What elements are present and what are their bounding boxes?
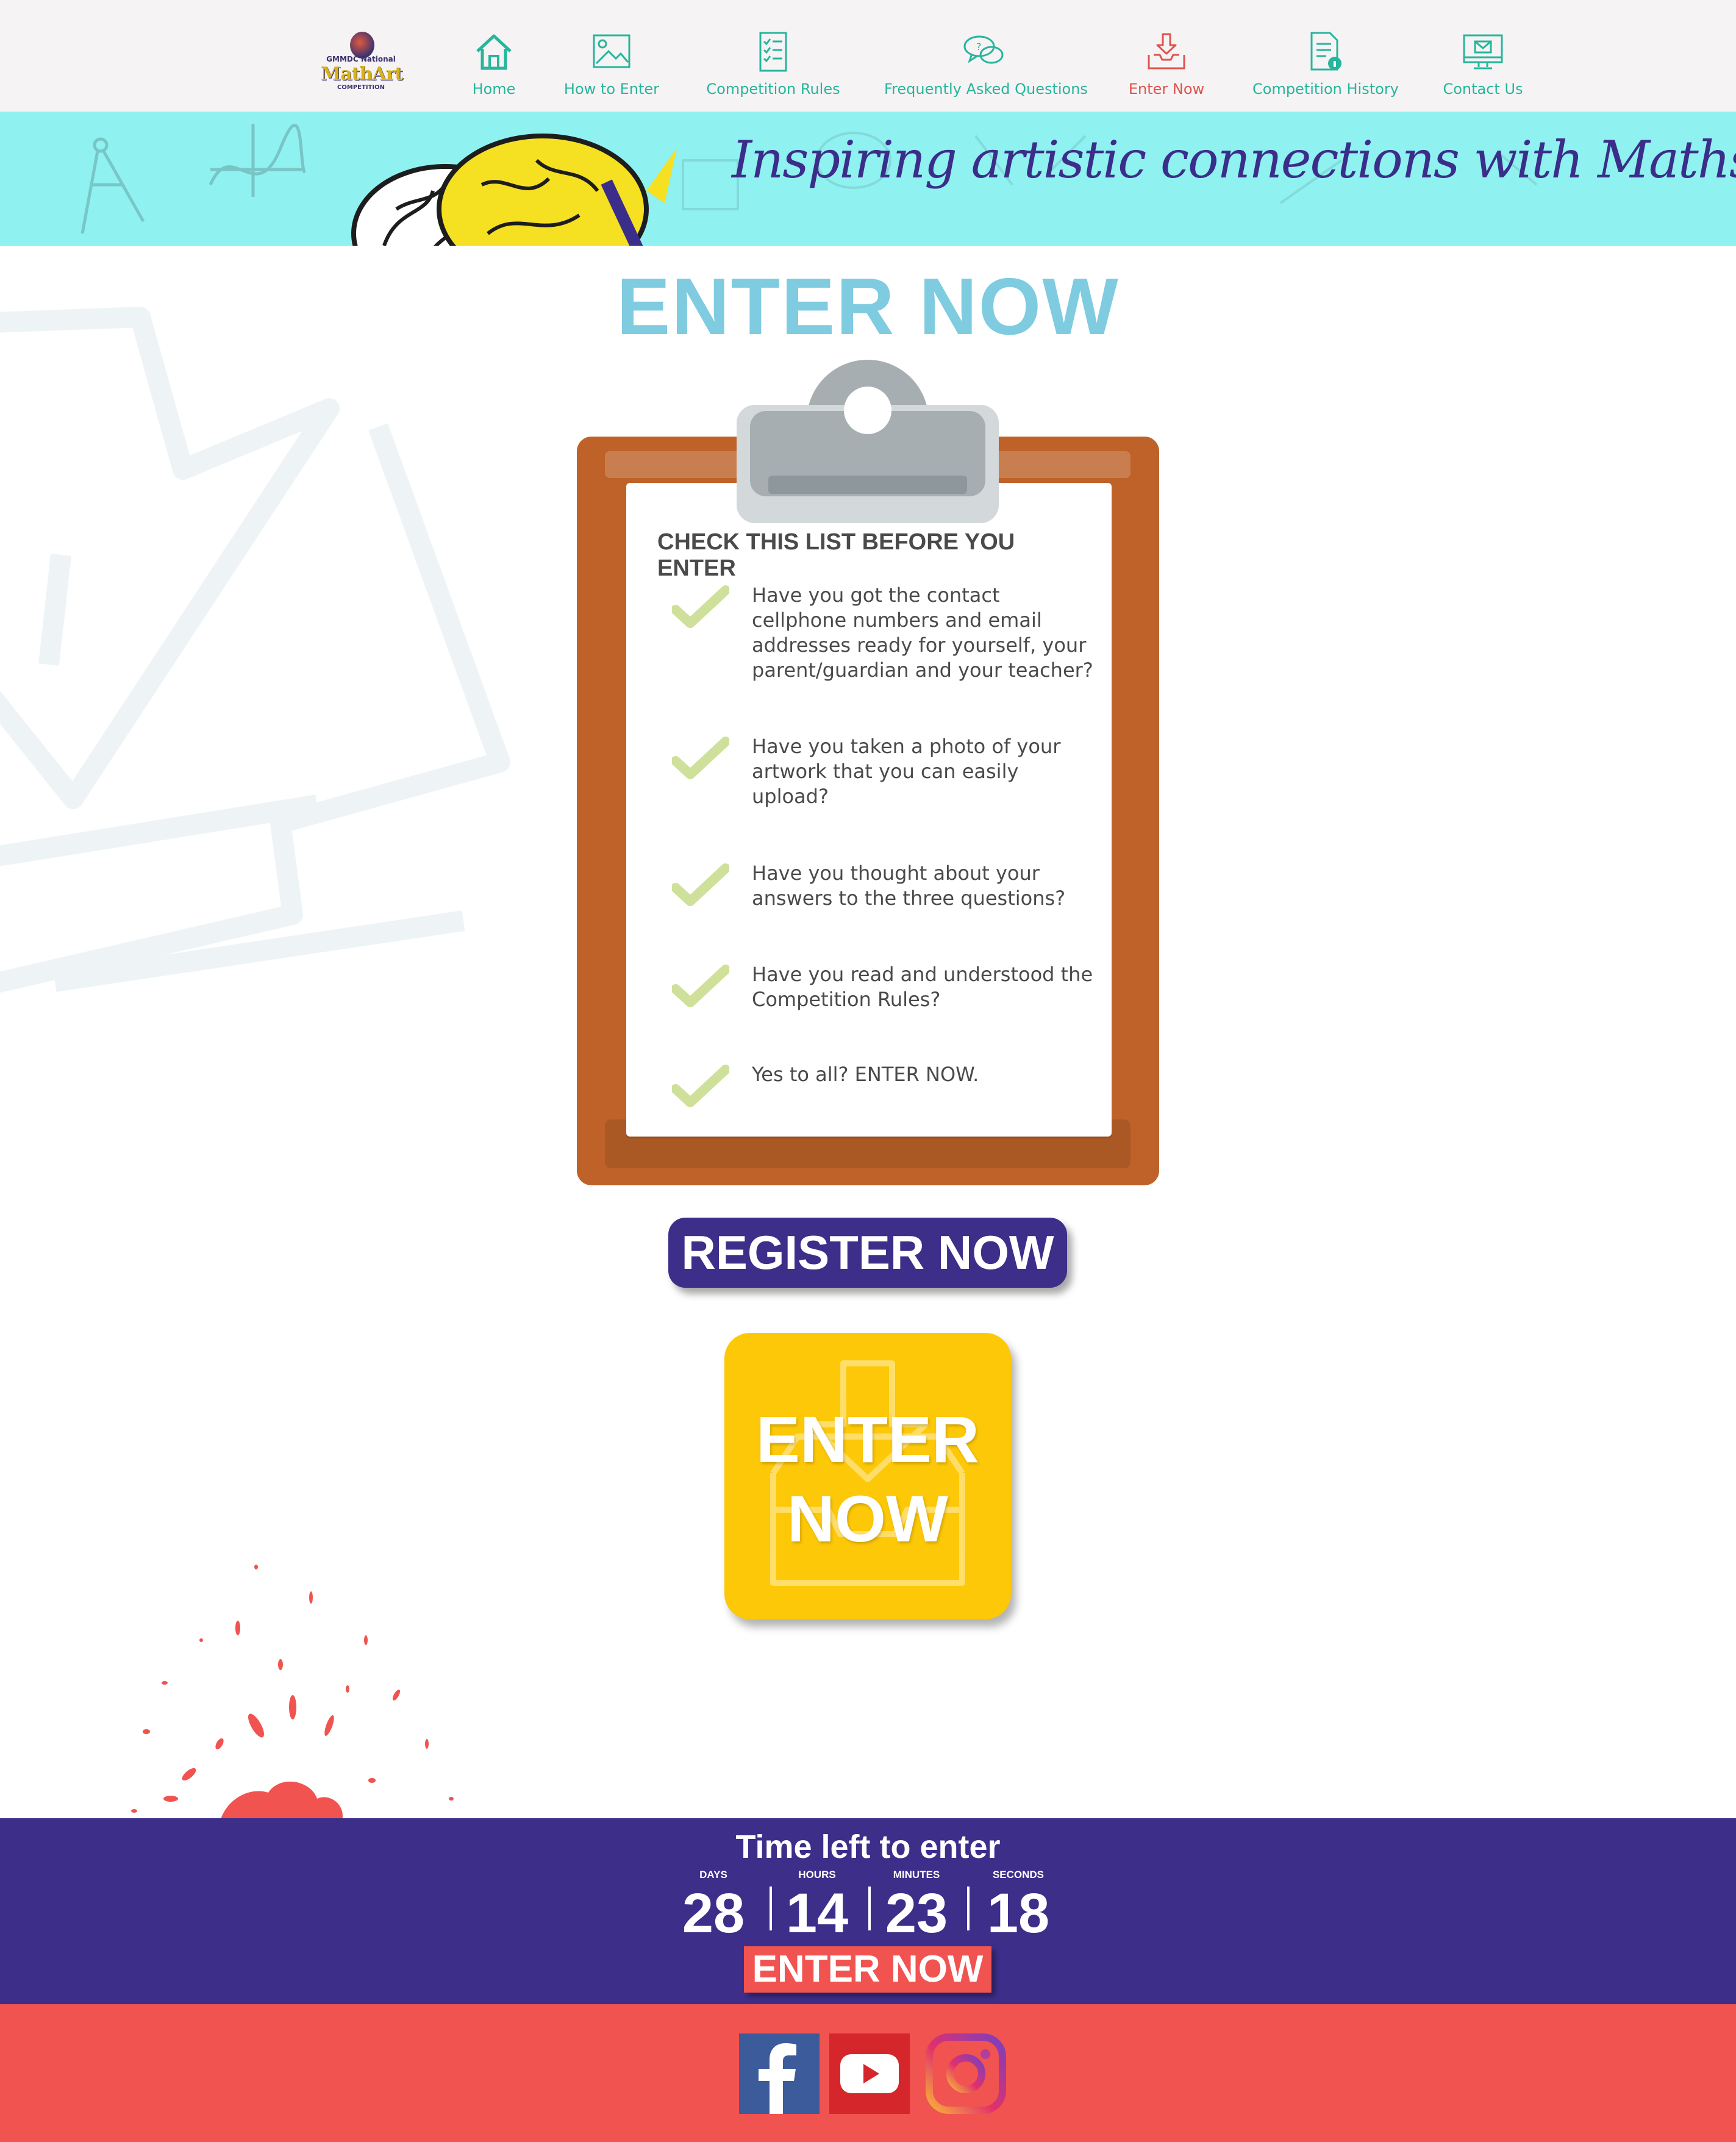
nav-label-how-to-enter: How to Enter (563, 80, 660, 98)
speech-bubbles-icon: ? (963, 35, 1004, 64)
nav-item-how-to-enter[interactable]: How to Enter (560, 30, 663, 104)
enter-tile-line-2: NOW (787, 1482, 948, 1555)
facebook-link[interactable] (739, 2033, 820, 2114)
checklist-item: Have you read and understood the Competi… (672, 962, 1099, 1023)
nav-item-home[interactable]: Home (463, 30, 524, 104)
top-navigation: GMMDC National MathArt COMPETITION Home … (0, 0, 1736, 112)
footer (0, 2004, 1736, 2142)
banner-tagline: Inspiring artistic connections with Math… (732, 130, 1736, 190)
nav-item-competition-history[interactable]: Competition History (1252, 30, 1399, 104)
countdown-unit-label: DAYS (699, 1869, 727, 1880)
page-title: ENTER NOW (616, 262, 1120, 351)
countdown-section: Time left to enter DAYS 28 HOURS 14 MINU… (0, 1818, 1736, 2004)
youtube-link[interactable] (829, 2033, 910, 2114)
checklist-item: Have you got the contact cellphone numbe… (672, 583, 1099, 693)
nav-label-competition-history: Competition History (1252, 80, 1399, 98)
enter-tile-line-1: ENTER (755, 1402, 980, 1476)
graph-doodle-icon (209, 124, 307, 197)
picture-icon (593, 34, 630, 68)
countdown-value: 18 (987, 1882, 1050, 1944)
countdown-title: Time left to enter (735, 1829, 1001, 1865)
brain-illustration (351, 134, 677, 246)
countdown-minutes: MINUTES 23 (868, 1866, 965, 1943)
countdown-unit-label: MINUTES (893, 1869, 940, 1880)
countdown-value: 23 (885, 1882, 948, 1944)
document-info-icon (1310, 32, 1341, 71)
home-icon (476, 34, 512, 70)
nav-label-enter-now: Enter Now (1128, 80, 1205, 98)
nav-item-enter-now[interactable]: Enter Now (1126, 30, 1207, 104)
instagram-link[interactable] (926, 2033, 1006, 2114)
checklist-item: Have you taken a photo of your artwork t… (672, 734, 1099, 819)
register-now-button[interactable]: REGISTER NOW (668, 1218, 1067, 1288)
checklist-item-text: Yes to all? ENTER NOW. (752, 1063, 979, 1086)
youtube-icon (829, 2033, 910, 2114)
facebook-icon (739, 2033, 820, 2114)
enter-now-tile-label: ENTER NOW (724, 1400, 1011, 1558)
countdown-enter-now-button[interactable]: ENTER NOW (744, 1946, 991, 1993)
checkmark-icon (672, 1065, 729, 1107)
download-tray-icon (1148, 33, 1185, 70)
checkmark-icon (672, 863, 729, 906)
paint-splatter-icon (131, 1565, 454, 1823)
logo-line-3: COMPETITION (337, 84, 385, 91)
checklist-icon (759, 32, 787, 72)
monitor-mail-icon (1463, 34, 1503, 70)
checkmark-icon (672, 585, 729, 628)
nav-label-faq: Frequently Asked Questions (884, 80, 1088, 98)
clipboard-clip-icon (737, 360, 999, 523)
nav-item-competition-rules[interactable]: Competition Rules (706, 30, 840, 104)
compass-doodle-icon (80, 137, 145, 234)
countdown-value: 28 (682, 1882, 745, 1944)
nav-item-contact-us[interactable]: Contact Us (1441, 30, 1524, 104)
checklist-item-text: Have you thought about your answers to t… (752, 862, 1066, 910)
checklist-heading: CHECK THIS LIST BEFORE YOU ENTER (657, 529, 1015, 581)
countdown-days: DAYS 28 (665, 1866, 762, 1943)
countdown-unit-label: SECONDS (992, 1869, 1045, 1880)
nav-label-contact-us: Contact Us (1443, 80, 1523, 98)
nav-item-faq[interactable]: ? Frequently Asked Questions (884, 30, 1088, 104)
logo-line-2: MathArt (321, 63, 403, 85)
checklist-item: Have you thought about your answers to t… (672, 861, 1099, 922)
checkmark-icon (672, 965, 729, 1007)
mathart-logo[interactable]: GMMDC National MathArt COMPETITION (321, 27, 403, 94)
nav-label-home: Home (472, 80, 516, 98)
countdown-hours: HOURS 14 (768, 1866, 866, 1943)
svg-text:?: ? (976, 41, 982, 52)
checklist-item: Yes to all? ENTER NOW. (672, 1062, 1099, 1111)
checklist-item-text: Have you read and understood the Competi… (752, 963, 1093, 1011)
enter-now-tile[interactable]: ENTER NOW (724, 1333, 1011, 1619)
checkmark-icon (672, 737, 729, 779)
countdown-unit-label: HOURS (798, 1869, 836, 1880)
download-watermark-icon (0, 307, 510, 993)
instagram-icon (926, 2033, 1006, 2114)
nav-label-competition-rules: Competition Rules (706, 80, 840, 98)
logo-line-1: GMMDC National (326, 55, 396, 63)
checklist-item-text: Have you got the contact cellphone numbe… (752, 584, 1093, 682)
countdown-seconds: SECONDS 18 (970, 1866, 1067, 1943)
hero-banner: Inspiring artistic connections with Math… (0, 112, 1736, 246)
countdown-value: 14 (785, 1882, 849, 1944)
checklist-item-text: Have you taken a photo of your artwork t… (752, 735, 1061, 808)
